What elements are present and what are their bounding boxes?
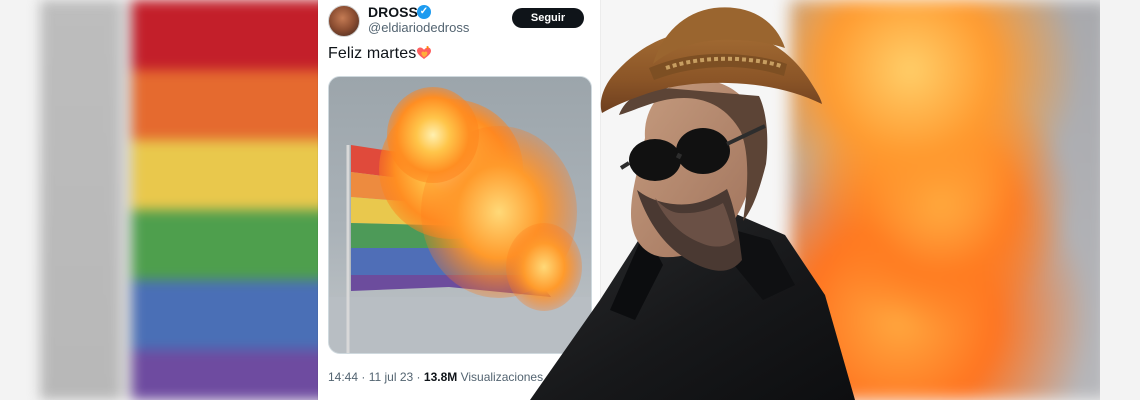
verified-badge-icon: ✓ bbox=[417, 5, 431, 19]
tweet-text: Feliz martes bbox=[328, 45, 417, 62]
display-name[interactable]: DROSS bbox=[368, 4, 418, 20]
metadata-separator: · bbox=[416, 370, 421, 384]
fire-heart-icon bbox=[417, 46, 431, 59]
username-handle[interactable]: @eldiariodedross bbox=[368, 20, 469, 35]
post-date[interactable]: 11 jul 23 bbox=[369, 370, 413, 384]
left-margin bbox=[0, 0, 40, 400]
views-count: 13.8M bbox=[423, 370, 458, 384]
composite-image: DROSS ✓ @eldiariodedross Seguir Feliz ma… bbox=[0, 0, 1140, 400]
blurred-flag-background bbox=[40, 0, 340, 400]
metadata-separator: · bbox=[361, 370, 366, 384]
avatar[interactable] bbox=[328, 5, 360, 37]
man-in-hat-image bbox=[530, 7, 855, 400]
post-time[interactable]: 14:44 bbox=[328, 370, 358, 384]
right-margin bbox=[1100, 0, 1140, 400]
man-in-hat-overlay bbox=[495, 0, 915, 400]
